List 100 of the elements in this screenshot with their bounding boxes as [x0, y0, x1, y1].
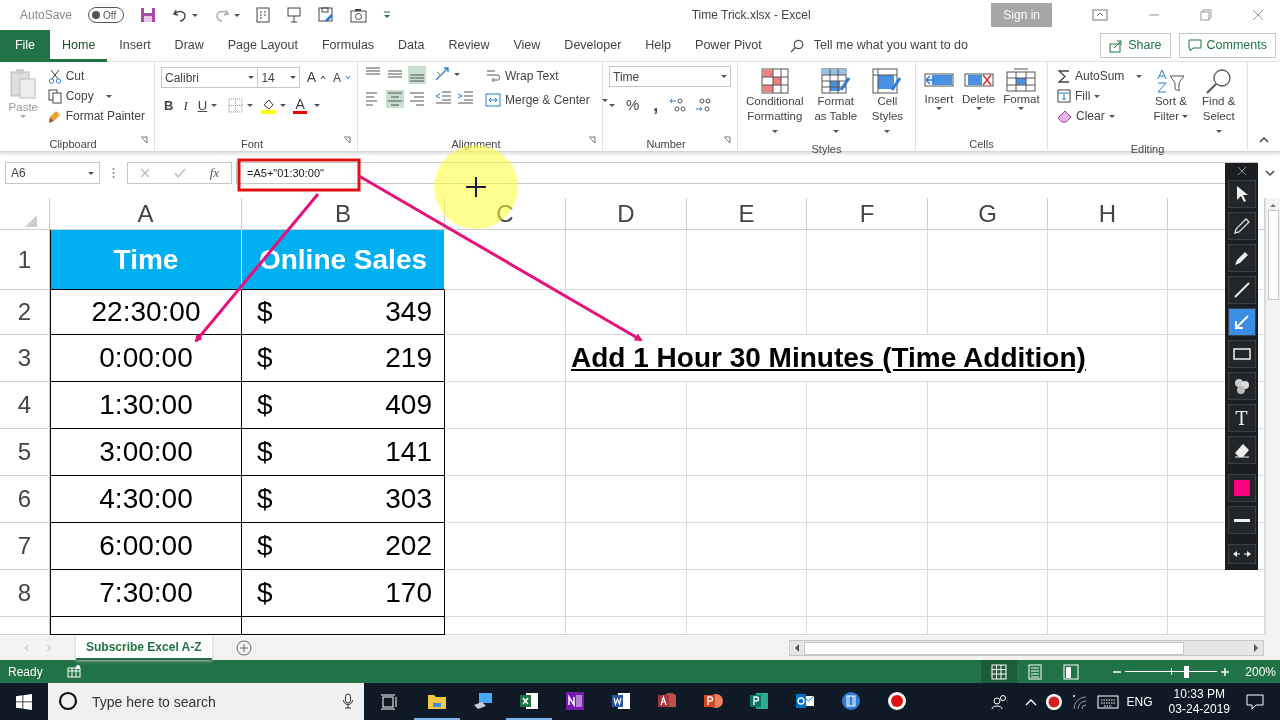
- start-icon[interactable]: [16, 693, 32, 710]
- decrease-decimal-icon[interactable]: [695, 97, 714, 114]
- arrow-tool-button[interactable]: [1227, 308, 1256, 336]
- ribbon-tab[interactable]: Page Layout: [215, 29, 310, 62]
- undo-icon[interactable]: [172, 7, 199, 23]
- comma-button[interactable]: ,: [650, 99, 662, 112]
- row-header[interactable]: 6: [0, 476, 50, 523]
- find-select-button[interactable]: Find & Select: [1196, 66, 1241, 141]
- ribbon-tab[interactable]: Insert: [107, 29, 163, 62]
- insert-cells-button[interactable]: Insert: [922, 66, 956, 136]
- vertical-scrollbar[interactable]: [1265, 198, 1280, 636]
- borders-icon[interactable]: [228, 98, 254, 114]
- collapse-ribbon-icon[interactable]: [1259, 136, 1269, 143]
- eraser-tool-button[interactable]: [1227, 436, 1256, 464]
- sheet-tab[interactable]: Subscribe Excel A-Z: [76, 636, 212, 660]
- percent-button[interactable]: %: [623, 93, 643, 118]
- rectangle-tool-button[interactable]: [1227, 340, 1256, 368]
- presentation-icon[interactable]: [286, 7, 303, 23]
- column-header[interactable]: H: [1048, 198, 1168, 230]
- microphone-icon[interactable]: [342, 693, 354, 709]
- dialog-launcher-icon[interactable]: [723, 136, 731, 144]
- scrollbar-thumb[interactable]: [804, 641, 1184, 655]
- close-icon[interactable]: [1252, 9, 1264, 21]
- format-painter-button[interactable]: Format Painter: [44, 106, 148, 126]
- name-box[interactable]: A6: [5, 162, 100, 184]
- merge-center-button[interactable]: Merge & Center: [482, 90, 611, 110]
- ribbon-tab[interactable]: Review: [436, 29, 502, 62]
- camera-icon[interactable]: [350, 7, 368, 23]
- taskbar-search-field[interactable]: Type here to search: [48, 683, 364, 720]
- fill-button[interactable]: Fill: [1054, 86, 1146, 106]
- stamp-tool-button[interactable]: [1227, 372, 1256, 400]
- comments-button[interactable]: Comments: [1178, 33, 1276, 58]
- orientation-icon[interactable]: [434, 66, 460, 82]
- font-name-combo[interactable]: Calibri: [161, 67, 259, 88]
- ribbon-tab[interactable]: Developer: [552, 29, 634, 62]
- decrease-indent-icon[interactable]: [434, 88, 452, 106]
- people-icon[interactable]: [990, 693, 1009, 710]
- row-header[interactable]: 3: [0, 335, 50, 382]
- clear-button[interactable]: Clear: [1054, 106, 1146, 126]
- ribbon-display-icon[interactable]: [1092, 9, 1108, 21]
- zoom-slider[interactable]: [1125, 664, 1218, 679]
- line-tool-button[interactable]: [1227, 276, 1256, 304]
- share-button[interactable]: Share: [1100, 33, 1171, 58]
- notifications-icon[interactable]: [1246, 693, 1264, 710]
- shrink-font-button[interactable]: A: [333, 68, 351, 87]
- ribbon-tab[interactable]: View: [501, 29, 553, 62]
- form-icon[interactable]: [256, 7, 271, 23]
- delete-cells-button[interactable]: Delete: [960, 66, 998, 136]
- slider-thumb[interactable]: [1184, 665, 1189, 678]
- font-color-button[interactable]: A: [290, 96, 311, 115]
- line-width-button[interactable]: [1227, 506, 1256, 534]
- add-sheet-icon[interactable]: [235, 640, 252, 656]
- font-size-combo[interactable]: 14: [257, 67, 300, 88]
- dialog-launcher-icon[interactable]: [343, 136, 351, 144]
- format-cells-button[interactable]: Format: [1001, 66, 1042, 136]
- highlighter-tool-button[interactable]: [1227, 244, 1256, 272]
- dialog-launcher-icon[interactable]: [140, 136, 148, 144]
- cell-styles-button[interactable]: Cell Styles: [865, 66, 909, 141]
- autosave-toggle[interactable]: Off: [88, 7, 125, 23]
- expand-formula-icon[interactable]: [1265, 169, 1275, 177]
- sort-filter-button[interactable]: Sort & Filter: [1149, 66, 1193, 141]
- expand-button[interactable]: [1227, 544, 1256, 564]
- row-header[interactable]: 4: [0, 382, 50, 429]
- insert-function-button[interactable]: fx: [209, 163, 220, 183]
- row-header[interactable]: 7: [0, 523, 50, 570]
- cut-button[interactable]: Cut: [44, 66, 148, 86]
- scrollbar-thumb[interactable]: [1267, 210, 1279, 300]
- italic-button[interactable]: I: [180, 95, 191, 117]
- number-format-combo[interactable]: Time: [609, 66, 731, 87]
- row-header[interactable]: 2: [0, 290, 50, 335]
- text-tool-button[interactable]: T: [1227, 404, 1256, 432]
- increase-decimal-icon[interactable]: [669, 97, 688, 114]
- horizontal-scrollbar[interactable]: [789, 640, 1264, 656]
- save-icon[interactable]: [140, 7, 157, 23]
- column-header[interactable]: F: [807, 198, 928, 230]
- pointer-tool-button[interactable]: [1227, 180, 1256, 208]
- underline-button[interactable]: U: [194, 95, 221, 117]
- column-header[interactable]: D: [566, 198, 687, 230]
- tell-me-field[interactable]: Tell me what you want to do: [811, 35, 1012, 56]
- bold-button[interactable]: B: [161, 95, 177, 117]
- wrap-text-button[interactable]: Wrap Text: [482, 66, 611, 86]
- fill-color-icon[interactable]: [261, 97, 287, 114]
- column-header[interactable]: G: [928, 198, 1048, 230]
- ribbon-tab[interactable]: Help: [633, 29, 684, 62]
- conditional-formatting-button[interactable]: Conditional Formatting: [744, 66, 806, 141]
- row-header[interactable]: 8: [0, 570, 50, 617]
- autosum-button[interactable]: AutoSum: [1054, 66, 1146, 86]
- dialog-launcher-icon[interactable]: [588, 136, 596, 144]
- customize-icon[interactable]: [383, 10, 392, 20]
- show-hidden-icon[interactable]: [1024, 697, 1037, 706]
- grow-font-button[interactable]: A: [303, 66, 329, 89]
- zoom-in-icon[interactable]: [1221, 667, 1230, 676]
- ribbon-tab[interactable]: Draw: [162, 29, 216, 62]
- save-edit-icon[interactable]: [318, 7, 335, 23]
- format-as-table-button[interactable]: Format as Table: [809, 66, 862, 141]
- task-view-icon[interactable]: [380, 693, 398, 710]
- row-header[interactable]: 5: [0, 429, 50, 476]
- ribbon-tab[interactable]: Power Pivot: [683, 29, 774, 62]
- ribbon-tab[interactable]: File: [0, 29, 50, 62]
- increase-indent-icon[interactable]: [456, 88, 474, 106]
